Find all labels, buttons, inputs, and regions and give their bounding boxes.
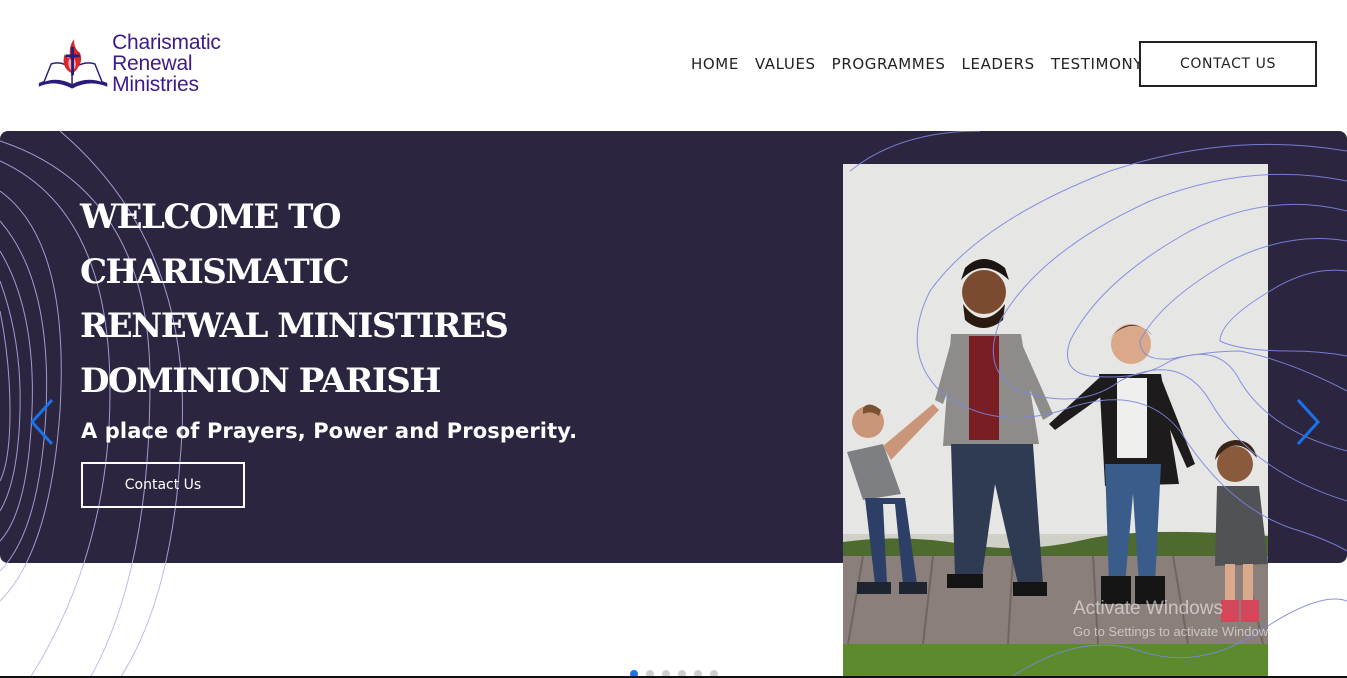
nav-item-programmes[interactable]: PROGRAMMES <box>832 55 946 73</box>
contact-us-nav-button[interactable]: CONTACT US <box>1139 41 1317 87</box>
nav-item-leaders[interactable]: LEADERS <box>962 55 1035 73</box>
chevron-left-icon[interactable] <box>28 398 58 446</box>
brand-name: Charismatic Renewal Ministries <box>112 32 276 95</box>
chevron-right-icon[interactable] <box>1292 398 1322 446</box>
hero-title-line: WELCOME TO <box>80 197 342 237</box>
watermark-subtitle: Go to Settings to activate Windows. <box>1073 624 1279 639</box>
brand-name-line2: Renewal Ministries <box>112 51 199 96</box>
hero-title-line: CHARISMATIC <box>80 251 350 292</box>
nav-item-testimony[interactable]: TESTIMONY <box>1051 55 1143 73</box>
nav-item-home[interactable]: HOME <box>691 55 739 73</box>
brand-name-line1: Charismatic <box>112 30 221 54</box>
watermark-title: Activate Windows <box>1073 598 1223 619</box>
nav-item-values[interactable]: VALUES <box>755 55 816 73</box>
hero-title: WELCOME TO CHARISMATIC RENEWAL MINISTIRE… <box>80 190 560 408</box>
hero-title-line: RENEWAL MINISTIRES <box>80 306 509 346</box>
hero-title-line: DOMINION PARISH <box>80 360 441 401</box>
flame-cross-book-icon <box>38 39 108 89</box>
activate-windows-watermark: Activate Windows Go to Settings to activ… <box>1073 598 1278 639</box>
site-header: Charismatic Renewal Ministries HOME VALU… <box>0 0 1347 131</box>
main-nav: HOME VALUES PROGRAMMES LEADERS TESTIMONY <box>691 55 1159 73</box>
hero-subtitle: A place of Prayers, Power and Prosperity… <box>81 419 578 443</box>
contact-us-hero-button[interactable]: Contact Us <box>81 462 245 508</box>
logo[interactable]: Charismatic Renewal Ministries <box>36 32 276 95</box>
